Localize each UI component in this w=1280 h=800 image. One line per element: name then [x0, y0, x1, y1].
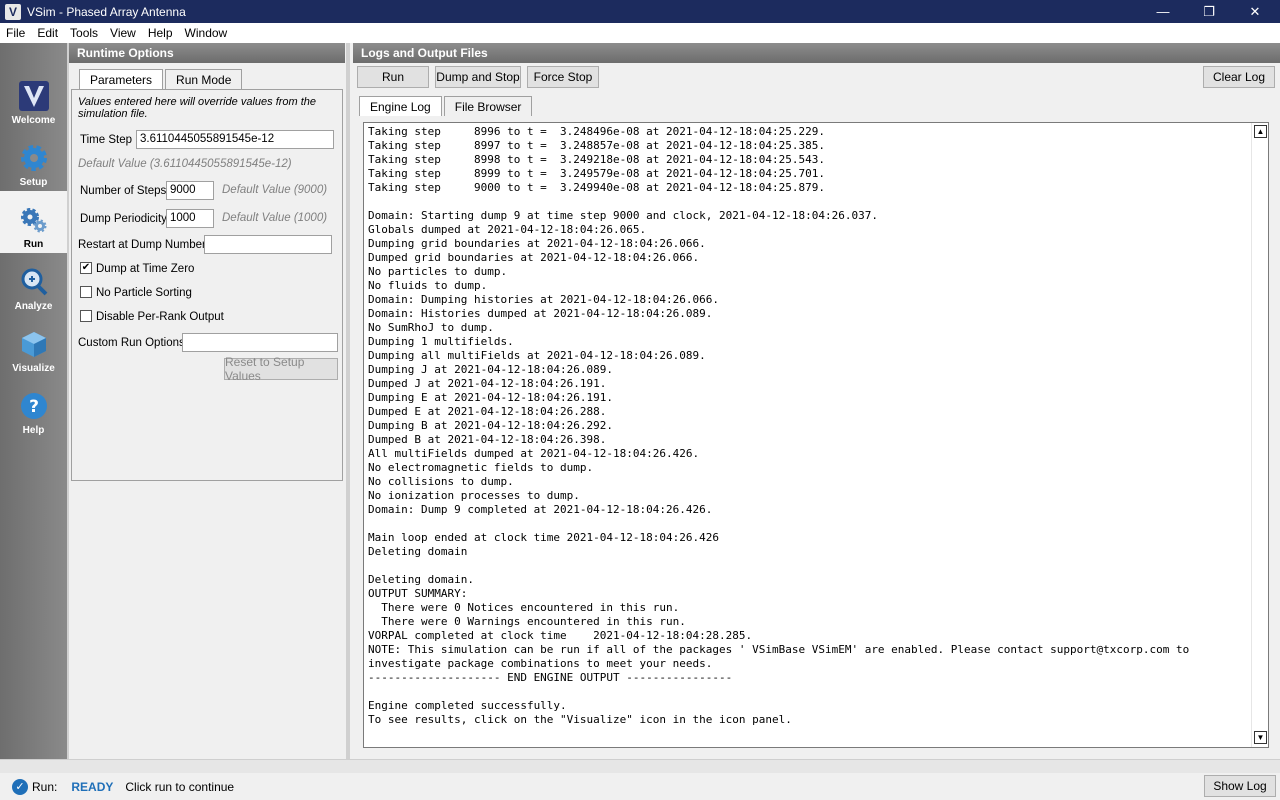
disable-per-rank-checkbox[interactable]: [80, 310, 92, 322]
parameters-form: Values entered here will override values…: [71, 89, 343, 481]
logs-header: Logs and Output Files: [353, 43, 1280, 63]
menu-bar: File Edit Tools View Help Window: [0, 23, 1280, 43]
clear-log-button[interactable]: Clear Log: [1203, 66, 1275, 88]
log-tabs: Engine Log File Browser: [359, 96, 534, 116]
gears-icon: [19, 205, 49, 235]
dump-and-stop-button[interactable]: Dump and Stop: [435, 66, 521, 88]
runtime-options-header: Runtime Options: [69, 43, 345, 63]
icon-panel-visualize[interactable]: Visualize: [0, 315, 67, 377]
menu-window[interactable]: Window: [179, 26, 234, 40]
scroll-down-icon[interactable]: ▼: [1254, 731, 1267, 744]
check-circle-icon: ✓: [12, 778, 28, 795]
run-button[interactable]: Run: [357, 66, 429, 88]
status-message: Click run to continue: [125, 779, 235, 794]
dump-at-time-zero-checkbox[interactable]: ✔: [80, 262, 92, 274]
dump-periodicity-label: Dump Periodicity: [80, 213, 167, 225]
num-steps-input[interactable]: 9000: [166, 181, 214, 200]
menu-edit[interactable]: Edit: [31, 26, 64, 40]
gear-icon: [19, 143, 49, 173]
override-note: Values entered here will override values…: [78, 96, 317, 120]
show-log-button[interactable]: Show Log: [1204, 775, 1276, 797]
time-step-input[interactable]: 3.6110445055891545e-12: [136, 130, 334, 149]
vsim-app-icon: V: [5, 3, 21, 20]
custom-run-options-input[interactable]: [182, 333, 338, 352]
icon-panel-welcome-label: Welcome: [11, 115, 56, 126]
icon-panel-help[interactable]: ? Help: [0, 377, 67, 439]
window-title: VSim - Phased Array Antenna: [27, 4, 186, 19]
custom-run-options-label: Custom Run Options: [78, 337, 185, 349]
status-run-label: Run:: [32, 779, 58, 794]
main-horizontal-scrollbar[interactable]: [0, 759, 1280, 773]
dump-at-time-zero-label: Dump at Time Zero: [96, 263, 195, 275]
magnifier-icon: [19, 267, 49, 297]
menu-view[interactable]: View: [104, 26, 142, 40]
time-step-default: Default Value (3.6110445055891545e-12): [78, 158, 292, 170]
icon-panel-help-label: Help: [22, 425, 45, 436]
tab-file-browser[interactable]: File Browser: [443, 96, 533, 116]
reset-to-setup-button[interactable]: Reset to Setup Values: [224, 355, 338, 383]
no-particle-sorting-checkbox[interactable]: [80, 286, 92, 298]
engine-log-text: Taking step 8996 to t = 3.248496e-08 at …: [368, 125, 1190, 726]
time-step-label: Time Step: [80, 134, 132, 146]
icon-panel: Welcome Setup Run Analyze Visualize ? He…: [0, 43, 67, 759]
tab-run-mode[interactable]: Run Mode: [165, 69, 243, 89]
runtime-options-panel: Runtime Options Parameters Run Mode Valu…: [69, 43, 345, 759]
icon-panel-run-label: Run: [23, 239, 44, 250]
dump-periodicity-default: Default Value (1000): [222, 212, 328, 224]
vsim-logo-icon: [18, 81, 49, 111]
num-steps-default: Default Value (9000): [222, 184, 328, 196]
close-button[interactable]: ✕: [1232, 0, 1278, 23]
menu-tools[interactable]: Tools: [64, 26, 104, 40]
icon-panel-run[interactable]: Run: [0, 191, 67, 253]
force-stop-button[interactable]: Force Stop: [527, 66, 599, 88]
cube-icon: [19, 329, 49, 359]
icon-panel-analyze[interactable]: Analyze: [0, 253, 67, 315]
splitter-middle[interactable]: [346, 43, 350, 759]
minimize-button[interactable]: —: [1140, 0, 1186, 23]
log-vertical-scrollbar[interactable]: ▲ ▼: [1251, 123, 1268, 747]
icon-panel-welcome[interactable]: Welcome: [0, 67, 67, 129]
restore-button[interactable]: ❐: [1186, 0, 1232, 23]
engine-log-area[interactable]: Taking step 8996 to t = 3.248496e-08 at …: [363, 122, 1269, 748]
icon-panel-setup[interactable]: Setup: [0, 129, 67, 191]
title-bar: V VSim - Phased Array Antenna — ❐ ✕: [0, 0, 1280, 23]
menu-file[interactable]: File: [0, 26, 31, 40]
dump-periodicity-input[interactable]: 1000: [166, 209, 214, 228]
icon-panel-visualize-label: Visualize: [12, 363, 55, 374]
status-bar: ✓ Run: READY Click run to continue Show …: [0, 773, 1280, 800]
status-state: READY: [71, 779, 114, 794]
tab-parameters[interactable]: Parameters: [79, 69, 164, 89]
num-steps-label: Number of Steps: [80, 185, 167, 197]
icon-panel-setup-label: Setup: [19, 177, 48, 188]
restart-input[interactable]: [204, 235, 332, 254]
no-particle-sorting-label: No Particle Sorting: [96, 287, 192, 299]
icon-panel-analyze-label: Analyze: [14, 301, 53, 312]
question-icon: ?: [19, 391, 49, 421]
scroll-up-icon[interactable]: ▲: [1254, 125, 1267, 138]
svg-text:?: ?: [29, 397, 39, 417]
restart-label: Restart at Dump Number: [78, 239, 206, 251]
disable-per-rank-label: Disable Per-Rank Output: [96, 311, 224, 323]
menu-help[interactable]: Help: [142, 26, 179, 40]
logs-panel: Logs and Output Files Run Dump and Stop …: [353, 43, 1280, 759]
tab-engine-log[interactable]: Engine Log: [359, 96, 442, 116]
runtime-tabs: Parameters Run Mode: [79, 69, 244, 89]
